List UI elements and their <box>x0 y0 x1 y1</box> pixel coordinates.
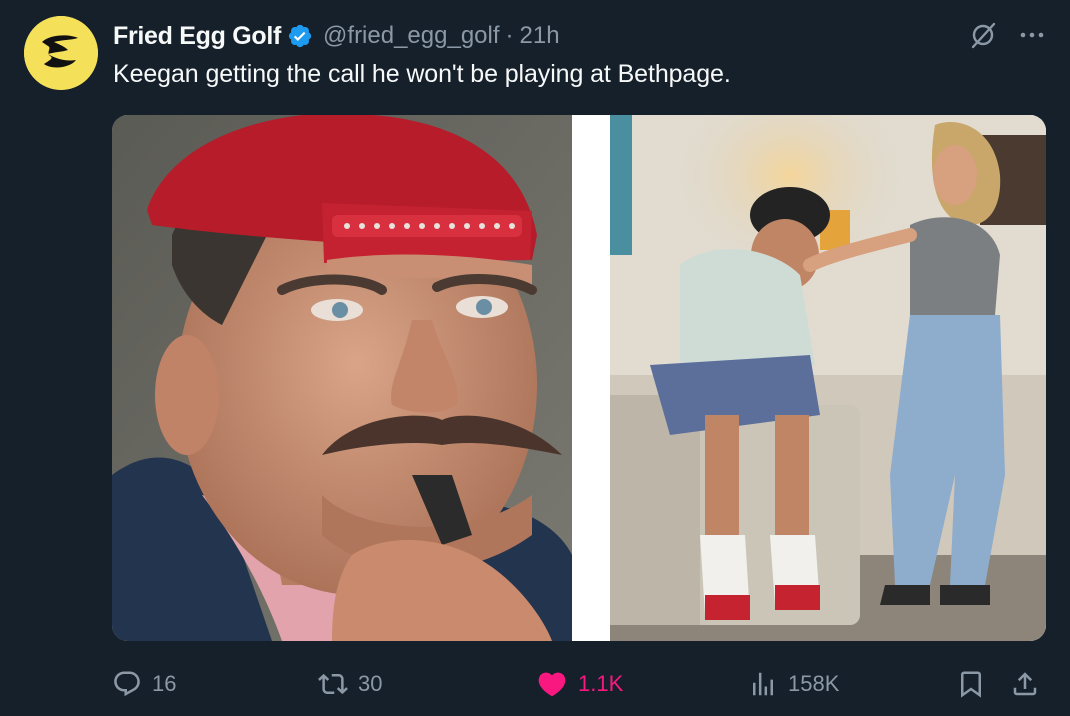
more-options-icon[interactable] <box>1018 21 1046 49</box>
tweet-actions: 16 30 1.1K 158K <box>112 664 1046 704</box>
handle[interactable]: @fried_egg_golf <box>323 22 499 50</box>
tweet-top-actions <box>968 20 1046 50</box>
heart-filled-icon <box>538 672 566 697</box>
grok-icon[interactable] <box>968 20 998 50</box>
media-image-2[interactable] <box>610 115 1046 641</box>
photo-couple-living-room-icon <box>610 115 1046 641</box>
views-count: 158K <box>788 671 840 696</box>
display-name[interactable]: Fried Egg Golf <box>113 22 281 51</box>
repost-button[interactable]: 30 <box>318 664 382 704</box>
bookmark-button[interactable] <box>956 664 986 704</box>
avatar[interactable] <box>24 16 98 90</box>
tweet-header: Fried Egg Golf @fried_egg_golf · 21h <box>113 18 560 54</box>
views-button[interactable]: 158K <box>748 664 839 704</box>
repost-count: 30 <box>358 671 383 696</box>
photo-man-red-cap-icon <box>112 115 572 641</box>
timestamp[interactable]: 21h <box>520 22 560 50</box>
media-divider <box>572 115 610 641</box>
share-button[interactable] <box>1010 664 1040 704</box>
reply-button[interactable]: 16 <box>112 664 176 704</box>
repost-icon <box>318 673 348 695</box>
like-count: 1.1K <box>578 671 624 696</box>
like-button[interactable]: 1.1K <box>536 664 623 704</box>
share-icon <box>1013 672 1037 696</box>
reply-icon <box>114 671 140 697</box>
media-image-1[interactable] <box>112 115 572 641</box>
fried-egg-logo-icon <box>24 16 98 90</box>
separator-dot: · <box>505 22 514 49</box>
tweet-text: Keegan getting the call he won't be play… <box>113 60 731 88</box>
tweet-media[interactable] <box>112 115 1046 641</box>
verified-badge-icon <box>287 23 313 49</box>
tweet[interactable]: Fried Egg Golf @fried_egg_golf · 21h Kee <box>0 0 1070 716</box>
bookmark-icon <box>961 671 981 698</box>
views-chart-icon <box>753 672 773 696</box>
reply-count: 16 <box>152 671 177 696</box>
